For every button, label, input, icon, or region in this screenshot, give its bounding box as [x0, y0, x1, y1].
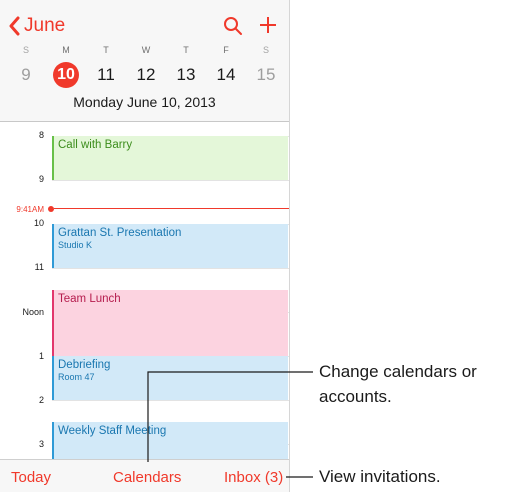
hour-label: 2: [38, 395, 44, 405]
hour-label: 9: [38, 174, 44, 184]
event-title: Debriefing: [58, 359, 111, 371]
weekday-letter: T: [183, 45, 189, 55]
bottom-toolbar: Today Calendars Inbox (3): [0, 459, 289, 492]
calendars-callout: Change calendars or accounts.: [319, 359, 477, 409]
hour-label: 8: [38, 130, 44, 140]
plus-icon: [260, 17, 276, 33]
event-title: Call with Barry: [58, 139, 133, 151]
inbox-button[interactable]: Inbox (3): [224, 469, 283, 486]
event-call-with-barry[interactable]: Call with Barry: [52, 136, 288, 180]
event-title: Team Lunch: [58, 293, 121, 305]
back-label: June: [24, 15, 66, 36]
calendar-header: June S M T W T F S 9 10 11 12 13 14 15 M…: [0, 0, 289, 122]
add-event-button[interactable]: [257, 14, 279, 36]
date-number: 15: [256, 65, 276, 84]
hour-label: 1: [38, 351, 44, 361]
callout-text-line: View invitations.: [319, 467, 441, 486]
event-team-lunch[interactable]: Team Lunch: [52, 290, 288, 356]
callout-text-line: accounts.: [319, 387, 392, 406]
hour-label: 3: [38, 439, 44, 449]
current-time-dot: [48, 206, 54, 212]
selected-date-title: Monday June 10, 2013: [73, 94, 216, 110]
date-number: 12: [136, 65, 156, 84]
weekday-letter: T: [103, 45, 109, 55]
date-cell[interactable]: 13: [166, 62, 206, 88]
calendar-app: June S M T W T F S 9 10 11 12 13 14 15 M…: [0, 0, 290, 492]
week-dates: 9 10 11 12 13 14 15: [6, 62, 286, 88]
hour-label: 10: [33, 218, 44, 228]
back-button[interactable]: June: [8, 14, 65, 38]
current-time-line: [54, 208, 289, 209]
date-number: 13: [176, 65, 196, 84]
hour-gridline: [52, 400, 289, 401]
hour-gridline: [52, 268, 289, 269]
date-number: 11: [97, 65, 115, 84]
hour-gridline: [52, 180, 289, 181]
hour-label: 11: [34, 262, 44, 272]
event-title: Weekly Staff Meeting: [58, 425, 167, 437]
date-cell[interactable]: 12: [126, 62, 166, 88]
date-cell[interactable]: 11: [86, 62, 126, 88]
event-grattan-presentation[interactable]: Grattan St. Presentation Studio K: [52, 224, 288, 268]
hour-label: Noon: [22, 307, 44, 317]
weekday-letter: W: [141, 45, 151, 55]
event-title: Grattan St. Presentation: [58, 227, 182, 239]
current-time-label: 9:41AM: [16, 205, 44, 214]
date-cell[interactable]: 9: [6, 62, 46, 88]
date-cell[interactable]: 14: [206, 62, 246, 88]
search-button[interactable]: [222, 15, 244, 37]
weekday-letter: F: [223, 45, 229, 55]
search-icon: [224, 17, 242, 35]
date-cell[interactable]: 15: [246, 62, 286, 88]
weekday-letters: S M T W T F S: [6, 45, 286, 55]
date-cell-selected[interactable]: 10: [46, 62, 86, 88]
event-location: Room 47: [58, 372, 95, 382]
today-button[interactable]: Today: [11, 469, 51, 486]
weekday-letter: S: [22, 45, 29, 55]
calendars-button[interactable]: Calendars: [113, 469, 181, 486]
callout-text-line: Change calendars or: [319, 362, 477, 381]
date-number: 10: [53, 62, 79, 88]
event-debriefing[interactable]: Debriefing Room 47: [52, 356, 288, 400]
chevron-left-icon: [9, 16, 20, 36]
weekday-letter: S: [262, 45, 269, 55]
date-number: 9: [21, 65, 31, 84]
event-location: Studio K: [58, 240, 93, 250]
event-weekly-staff-meeting[interactable]: Weekly Staff Meeting: [52, 422, 288, 459]
weekday-letter: M: [62, 45, 70, 55]
inbox-callout: View invitations.: [319, 464, 441, 489]
date-number: 14: [216, 65, 236, 84]
